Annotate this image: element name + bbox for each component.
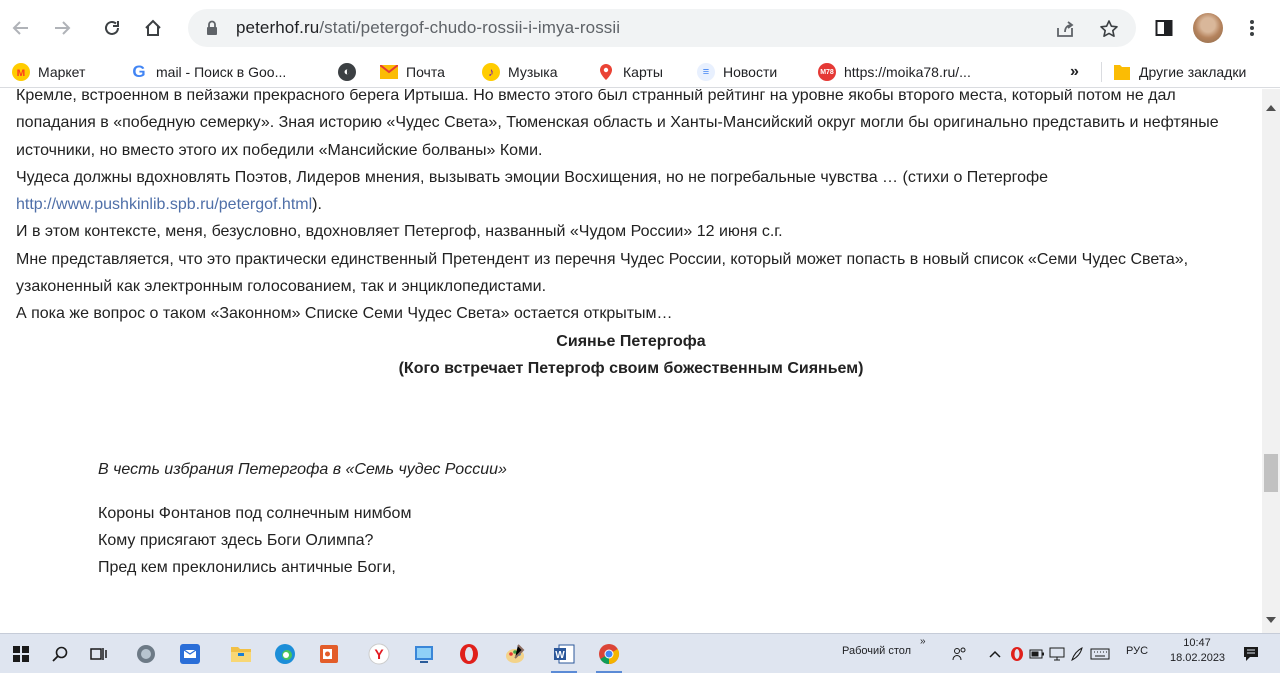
system-clock[interactable]: 10:47 18.02.2023 — [1170, 636, 1226, 666]
address-bar[interactable]: peterhof.ru/stati/petergof-chudo-rossii-… — [188, 9, 1136, 47]
chrome-browser-icon[interactable] — [594, 639, 624, 673]
poem-line: Пред кем преклонились античные Боги, — [98, 559, 396, 577]
other-bookmarks-folder[interactable]: Другие закладки — [1113, 62, 1246, 82]
opera-browser-icon[interactable] — [454, 639, 484, 669]
moika78-icon: M78 — [818, 63, 836, 81]
bookmark-news[interactable]: ≡ Новости — [697, 62, 777, 82]
windows-taskbar: Y W Рабочий стол » РУС 10:47 18.02.2023 — [0, 633, 1280, 673]
bookmark-market[interactable]: м Маркет — [12, 62, 85, 82]
folder-icon — [1113, 63, 1131, 81]
desktop-toolbar-label[interactable]: Рабочий стол — [842, 645, 911, 657]
side-panel-icon[interactable] — [1148, 12, 1180, 44]
paragraph-contender: Мне представляется, что это практически … — [16, 250, 1189, 296]
pushkinlib-link[interactable]: http://www.pushkinlib.spb.ru/petergof.ht… — [16, 196, 312, 213]
paragraph-petergof-inspires: И в этом контексте, меня, безусловно, вд… — [16, 223, 783, 241]
paragraph-wonders-inspire: Чудеса должны вдохновлять Поэтов, Лидеро… — [16, 168, 1049, 214]
yandex-browser-icon[interactable]: Y — [364, 639, 394, 669]
clock-date: 18.02.2023 — [1170, 652, 1226, 664]
news-icon: ≡ — [697, 63, 715, 81]
bookmarks-overflow-chevron[interactable]: » — [1070, 62, 1079, 82]
bookmark-google-search[interactable]: G mail - Поиск в Goo... — [130, 62, 286, 82]
browser-toolbar: peterhof.ru/stati/petergof-chudo-rossii-… — [0, 0, 1280, 56]
scrollbar-thumb[interactable] — [1264, 453, 1278, 492]
poem-line: Короны Фонтанов под солнечным нимбом — [98, 504, 412, 522]
touch-keyboard-icon[interactable] — [1085, 639, 1115, 669]
people-icon[interactable] — [945, 639, 975, 669]
url-text[interactable]: peterhof.ru/stati/petergof-chudo-rossii-… — [236, 18, 620, 38]
bookmark-star-icon[interactable] — [1098, 18, 1120, 40]
bookmark-maps[interactable]: Карты — [597, 62, 663, 82]
globe-icon: ◐ — [338, 63, 356, 81]
poem-line: Кому присягают здесь Боги Олимпа? — [98, 531, 374, 549]
word-app-icon[interactable]: W — [549, 639, 579, 673]
bookmark-mail[interactable]: Почта — [380, 62, 445, 82]
bookmarks-bar: м Маркет G mail - Поиск в Goo... ◐ Почта… — [0, 56, 1280, 88]
control-panel-icon[interactable] — [409, 639, 439, 669]
poem-epigraph: В честь избрания Петергофа в «Семь чудес… — [98, 461, 507, 479]
notifications-icon[interactable] — [1236, 639, 1266, 669]
bookmarks-divider — [1101, 62, 1102, 82]
windows-start-icon[interactable] — [6, 639, 36, 669]
vertical-scrollbar[interactable] — [1262, 89, 1280, 633]
paragraph-irtysh: Кремле, встроенном в пейзажи прекрасного… — [16, 89, 1219, 159]
clock-time: 10:47 — [1183, 637, 1211, 649]
file-explorer-icon[interactable] — [226, 639, 256, 669]
toolbar-chevron-icon[interactable]: » — [920, 636, 926, 647]
poem-title: Сиянье Петергофа — [556, 332, 706, 350]
scroll-up-arrow-icon[interactable] — [1266, 105, 1276, 111]
bookmark-globe[interactable]: ◐ — [338, 62, 364, 82]
search-icon[interactable] — [45, 639, 75, 669]
scroll-down-arrow-icon[interactable] — [1266, 617, 1276, 623]
bookmark-moika78[interactable]: M78 https://moika78.ru/... — [818, 62, 971, 82]
poem-stanza: Короны Фонтанов под солнечным нимбом Ком… — [98, 500, 1246, 582]
maps-pin-icon — [597, 63, 615, 81]
mail-icon — [380, 63, 398, 81]
poem: В честь избрания Петергофа в «Семь чудес… — [16, 456, 1246, 581]
task-view-icon[interactable] — [84, 639, 114, 669]
page-content[interactable]: Кремле, встроенном в пейзажи прекрасного… — [0, 89, 1262, 633]
profile-avatar[interactable] — [1193, 13, 1223, 43]
outlook-app-icon[interactable] — [314, 639, 344, 669]
input-language[interactable]: РУС — [1126, 645, 1148, 657]
reload-icon[interactable] — [96, 12, 128, 44]
menu-dots-icon[interactable] — [1236, 12, 1268, 44]
article-body: Кремле, встроенном в пейзажи прекрасного… — [16, 89, 1246, 581]
bookmark-music[interactable]: ♪ Музыка — [482, 62, 558, 82]
svg-text:W: W — [555, 650, 565, 661]
home-icon[interactable] — [137, 12, 169, 44]
poem-subtitle: (Кого встречает Петергоф своим божествен… — [398, 359, 864, 377]
lock-icon[interactable] — [206, 20, 218, 36]
cortana-app-icon[interactable] — [131, 639, 161, 669]
forward-icon[interactable] — [46, 12, 78, 44]
share-icon[interactable] — [1054, 18, 1076, 40]
svg-text:Y: Y — [374, 646, 384, 662]
paragraph-open-question: А пока же вопрос о таком «Законном» Спис… — [16, 305, 673, 323]
yandex-market-icon: м — [12, 63, 30, 81]
google-icon: G — [132, 62, 146, 81]
mail-app-icon[interactable] — [175, 639, 205, 669]
paint-app-icon[interactable] — [500, 639, 530, 669]
edge-browser-icon[interactable] — [270, 639, 300, 669]
back-icon[interactable] — [5, 12, 37, 44]
music-icon: ♪ — [482, 63, 500, 81]
